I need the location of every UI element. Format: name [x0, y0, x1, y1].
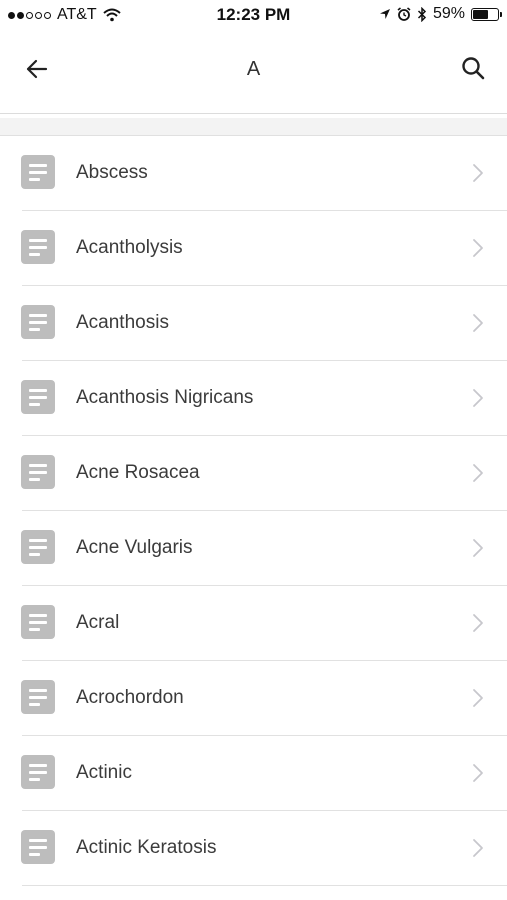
list-item[interactable]: Acanthosis [0, 286, 507, 361]
document-icon [21, 305, 55, 339]
search-icon[interactable] [457, 52, 491, 86]
list-item-label: Acne Vulgaris [76, 537, 193, 558]
section-divider [0, 118, 507, 136]
list-item[interactable]: Acantholysis [0, 211, 507, 286]
chevron-right-icon [473, 839, 483, 857]
status-bar-right: 59% [379, 5, 502, 23]
document-icon [21, 755, 55, 789]
bluetooth-icon [417, 6, 427, 22]
list-item-label: Acanthosis [76, 312, 169, 333]
list-item-label: Acanthosis Nigricans [76, 387, 254, 408]
list-item[interactable]: Acanthosis Nigricans [0, 361, 507, 436]
list-item-label: Actinic [76, 762, 132, 783]
page-title: A [246, 58, 261, 80]
document-icon [21, 830, 55, 864]
battery-icon [471, 7, 502, 21]
document-icon [21, 455, 55, 489]
battery-percent: 59% [432, 5, 465, 22]
list-item-label: Acne Rosacea [76, 462, 200, 483]
chevron-right-icon [473, 314, 483, 332]
chevron-right-icon [473, 539, 483, 557]
status-bar: AT&T 12:23 PM 59% [0, 0, 507, 30]
list-item-label: Actinic Keratosis [76, 837, 217, 858]
list-item-label: Acrochordon [76, 687, 184, 708]
list-item[interactable]: Acrochordon [0, 661, 507, 736]
chevron-right-icon [473, 464, 483, 482]
navigation-bar: A [0, 30, 507, 114]
document-icon [21, 680, 55, 714]
chevron-right-icon [473, 239, 483, 257]
chevron-right-icon [473, 614, 483, 632]
alarm-icon [397, 7, 411, 21]
chevron-right-icon [473, 164, 483, 182]
document-icon [21, 155, 55, 189]
list-item-label: Acral [76, 612, 120, 633]
location-icon [379, 9, 390, 19]
document-icon [21, 605, 55, 639]
list-item[interactable]: Acral [0, 586, 507, 661]
list-item[interactable]: Actinic [0, 736, 507, 811]
list-item[interactable]: Acne Rosacea [0, 436, 507, 511]
chevron-right-icon [473, 764, 483, 782]
document-icon [21, 530, 55, 564]
document-icon [21, 380, 55, 414]
chevron-right-icon [473, 389, 483, 407]
battery-fill [473, 9, 489, 19]
list-item[interactable]: Acne Vulgaris [0, 511, 507, 586]
chevron-right-icon [473, 689, 483, 707]
document-icon [21, 230, 55, 264]
list-item[interactable]: Abscess [0, 136, 507, 211]
list-item[interactable]: Actinic Keratosis [0, 811, 507, 886]
list-item-label: Abscess [76, 162, 148, 183]
term-list: Abscess Acantholysis Acanthosis Acanthos… [0, 136, 507, 886]
list-item-label: Acantholysis [76, 237, 183, 258]
